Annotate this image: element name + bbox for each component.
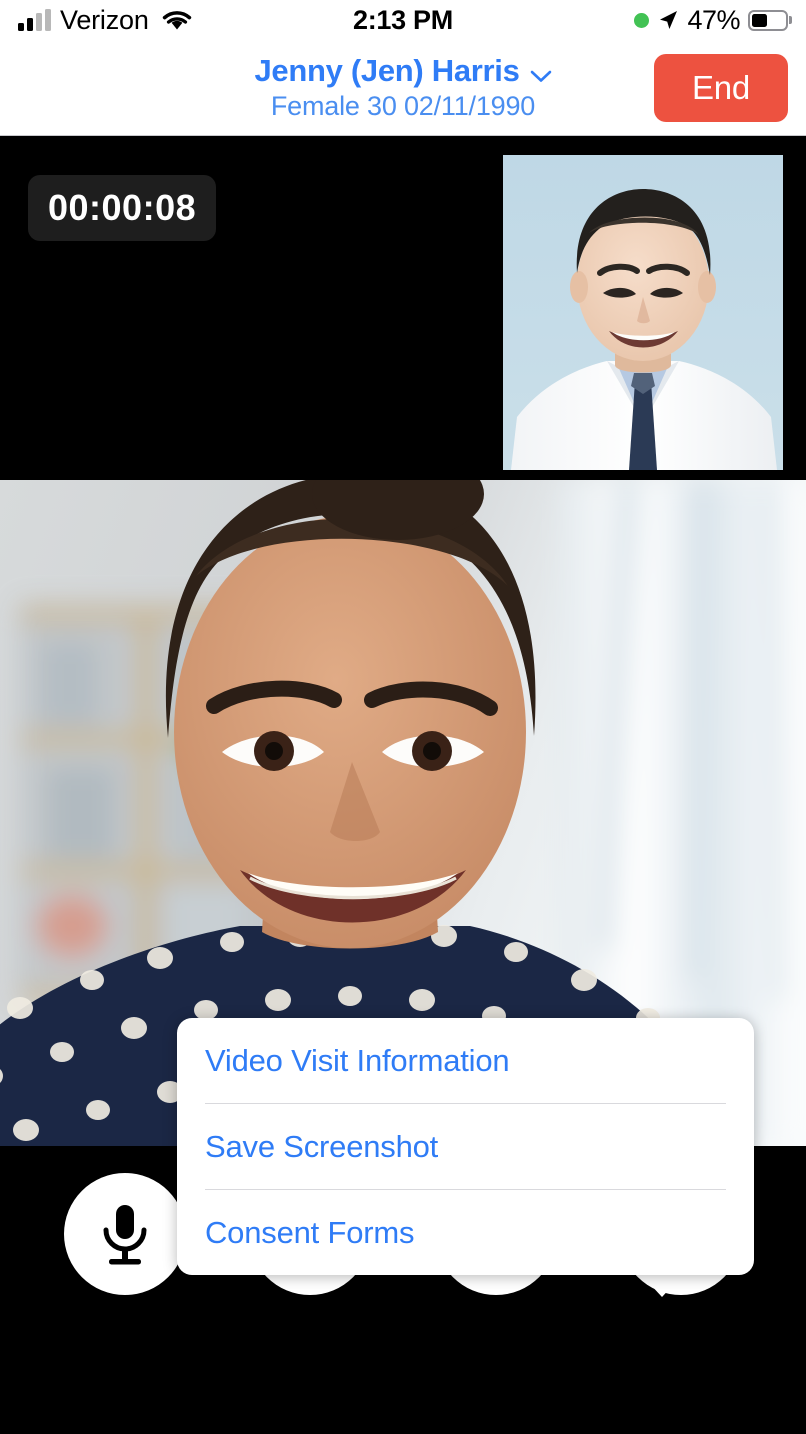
provider-self-view[interactable]: [503, 155, 783, 470]
battery-percent-label: 47%: [687, 4, 740, 35]
call-timer: 00:00:08: [28, 175, 217, 241]
self-view-stage: 00:00:08: [0, 137, 806, 480]
call-header: Jenny (Jen) Harris Female 30 02/11/1990 …: [0, 40, 806, 136]
video-visit-screen: Verizon 2:13 PM 47% Jenny (Jen) Harris F…: [0, 0, 806, 1434]
consent-forms-menu-item[interactable]: Consent Forms: [177, 1190, 754, 1275]
status-bar: Verizon 2:13 PM 47%: [0, 0, 806, 40]
provider-portrait-image: [503, 155, 783, 470]
battery-icon: [748, 9, 788, 31]
location-arrow-icon: [660, 11, 678, 29]
patient-details-label: Female 30 02/11/1990: [270, 91, 536, 121]
carrier-label: Verizon: [60, 4, 149, 35]
video-visit-information-menu-item[interactable]: Video Visit Information: [177, 1018, 754, 1103]
end-call-button[interactable]: End: [654, 54, 788, 122]
save-screenshot-menu-item[interactable]: Save Screenshot: [177, 1104, 754, 1189]
recording-indicator-icon: [634, 12, 650, 28]
patient-name-label: Jenny (Jen) Harris: [254, 53, 520, 88]
wifi-icon: [162, 11, 191, 30]
chevron-down-icon[interactable]: [530, 69, 552, 83]
cellular-signal-icon: [18, 9, 51, 31]
microphone-button[interactable]: [63, 1173, 186, 1295]
status-bar-right: 47%: [634, 5, 788, 36]
popup-menu: Video Visit Information Save Screenshot …: [177, 1018, 754, 1275]
microphone-icon: [103, 1205, 147, 1265]
status-bar-left: Verizon: [18, 5, 194, 36]
patient-name-row[interactable]: Jenny (Jen) Harris: [254, 53, 551, 89]
